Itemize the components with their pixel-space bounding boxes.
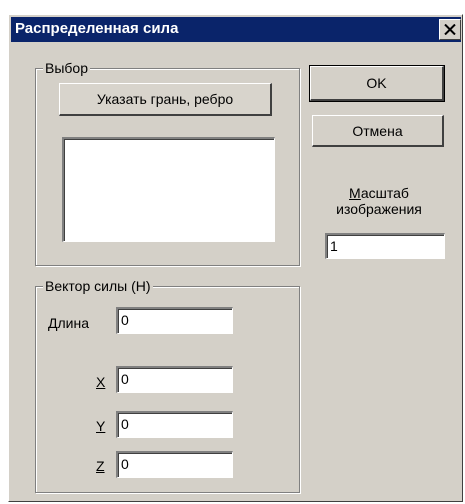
y-label: Y [96,418,106,434]
scale-label: Масштаб изображения [309,185,449,217]
scale-label-line1: асштаб [360,185,409,201]
length-label: Длина [48,315,89,331]
z-input[interactable]: 0 [116,451,233,478]
scale-label-line2: изображения [336,201,422,217]
cancel-button-label: Отмена [352,122,403,139]
pick-face-edge-label: Указать грань, ребро [96,91,234,107]
x-input[interactable]: 0 [116,366,233,393]
title-bar[interactable]: Распределенная сила [11,17,461,42]
x-label: X [96,374,106,390]
length-label-rest: лина [57,315,89,331]
selection-group: Выбор Указать грань, ребро [35,60,300,266]
selection-group-legend: Выбор [43,60,90,76]
z-label: Z [96,458,105,474]
window-title: Распределенная сила [15,20,179,37]
scale-label-mnemonic: М [349,185,361,201]
ok-button[interactable]: OK [309,65,445,102]
force-vector-group-legend: Вектор силы (H) [43,278,153,294]
close-button[interactable] [439,19,461,40]
force-dialog: Распределенная сила Выбор Указать грань,… [8,14,463,502]
y-input[interactable]: 0 [116,411,233,438]
selection-list[interactable] [62,137,275,242]
cancel-button[interactable]: Отмена [312,115,444,147]
force-vector-group: Вектор силы (H) Длина 0 X 0 Y 0 Z 0 [35,278,300,493]
close-icon [444,24,456,35]
ok-button-label: OK [366,75,387,91]
length-input[interactable]: 0 [116,307,233,334]
pick-face-edge-button[interactable]: Указать грань, ребро [59,83,272,116]
scale-input[interactable]: 1 [325,233,445,259]
